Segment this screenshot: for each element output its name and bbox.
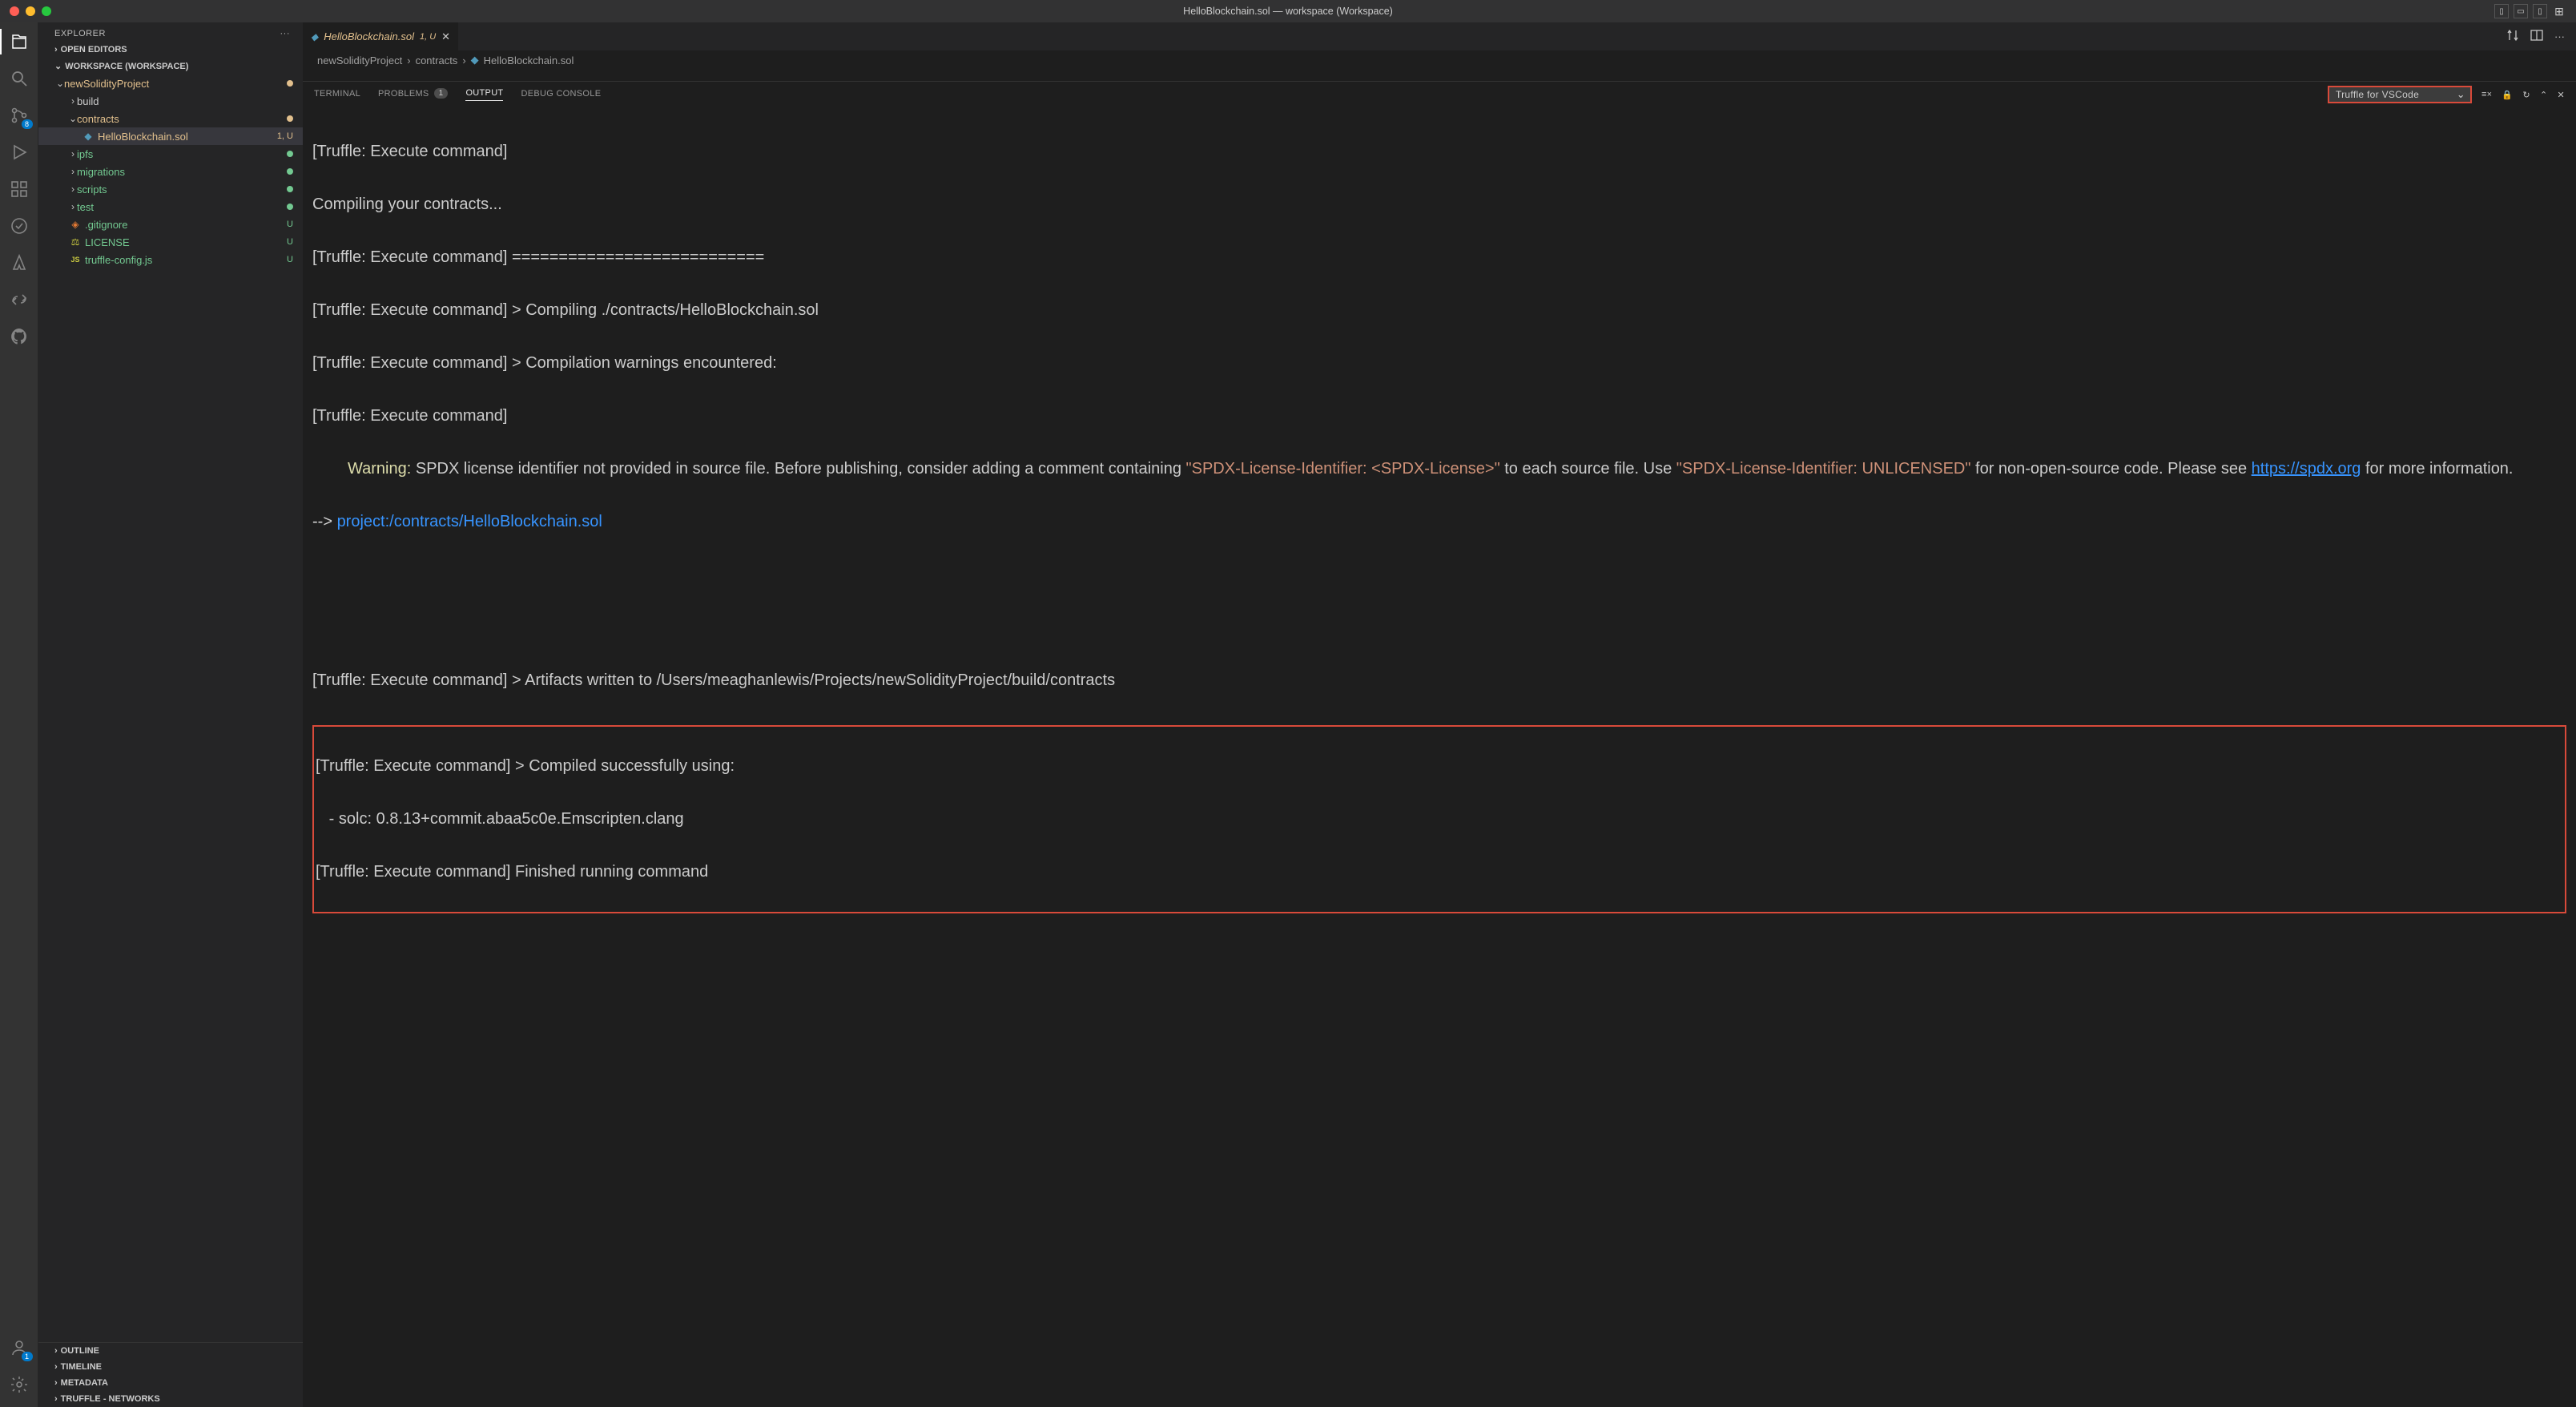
scm-icon[interactable]: 8 [8,104,30,127]
folder-scripts[interactable]: ›scripts [38,180,303,198]
search-icon[interactable] [8,67,30,90]
close-tab-icon[interactable]: ✕ [441,30,450,43]
bottom-panel: TERMINAL PROBLEMS1 OUTPUT DEBUG CONSOLE … [303,81,2576,1407]
outline-section[interactable]: ›OUTLINE [38,1343,303,1359]
lock-icon[interactable]: 🔒 [2502,90,2513,100]
remote-icon[interactable] [8,288,30,311]
explorer-icon[interactable] [8,30,30,53]
tab-helloblockchain[interactable]: ◆ HelloBlockchain.sol 1, U ✕ [303,22,459,50]
more-actions-icon[interactable]: ··· [2554,30,2565,42]
layout-right-icon[interactable]: ▯ [2533,4,2547,18]
chevron-up-icon[interactable]: ⌃ [2540,90,2548,100]
folder-ipfs[interactable]: ›ipfs [38,145,303,163]
folder-test[interactable]: ›test [38,198,303,216]
file-helloblockchain[interactable]: ◆HelloBlockchain.sol1, U [38,127,303,145]
run-debug-icon[interactable] [8,141,30,163]
layout-left-icon[interactable]: ▯ [2494,4,2509,18]
problems-count: 1 [434,88,449,99]
explorer-title: EXPLORER [54,29,106,38]
breadcrumb[interactable]: newSolidityProject› contracts› ◆HelloBlo… [303,50,2576,70]
minimize-window[interactable] [26,6,35,16]
tab-bar: ◆ HelloBlockchain.sol 1, U ✕ ··· [303,22,2576,50]
file-license[interactable]: ⚖LICENSEU [38,233,303,251]
account-icon[interactable]: 1 [8,1336,30,1359]
account-badge: 1 [22,1352,33,1361]
activity-bar: 8 1 [0,22,38,1407]
output-channel-dropdown[interactable]: Truffle for VSCode [2328,86,2472,103]
explorer-sidebar: EXPLORER ··· ›OPEN EDITORS ⌄WORKSPACE (W… [38,22,303,1407]
close-panel-icon[interactable]: ✕ [2557,90,2565,100]
folder-newsolidityproject[interactable]: ⌄newSolidityProject [38,75,303,92]
layout-grid-icon[interactable]: ⊞ [2552,4,2566,18]
folder-contracts[interactable]: ⌄contracts [38,110,303,127]
compare-icon[interactable] [2506,29,2519,44]
timeline-section[interactable]: ›TIMELINE [38,1359,303,1375]
metadata-section[interactable]: ›METADATA [38,1375,303,1391]
split-editor-icon[interactable] [2530,29,2543,44]
tab-terminal[interactable]: TERMINAL [314,89,360,101]
spdx-link[interactable]: https://spdx.org [2252,460,2361,478]
folder-build[interactable]: ›build [38,92,303,110]
success-highlight: [Truffle: Execute command] > Compiled su… [312,725,2566,913]
file-gitignore[interactable]: ◈.gitignoreU [38,216,303,233]
titlebar: HelloBlockchain.sol — workspace (Workspa… [0,0,2576,22]
workspace-section[interactable]: ⌄WORKSPACE (WORKSPACE) [38,58,303,75]
tab-debug-console[interactable]: DEBUG CONSOLE [521,89,601,101]
editor-area: ◆ HelloBlockchain.sol 1, U ✕ ··· newSoli… [303,22,2576,1407]
azure-icon[interactable] [8,252,30,274]
maximize-window[interactable] [42,6,51,16]
window-title: HelloBlockchain.sol — workspace (Workspa… [1183,6,1393,17]
truffle-networks-section[interactable]: ›TRUFFLE - NETWORKS [38,1391,303,1407]
gear-icon[interactable] [8,1373,30,1396]
ethereum-icon: ◆ [311,31,318,42]
github-icon[interactable] [8,325,30,348]
clear-output-icon[interactable]: ↻ [2522,90,2530,100]
open-editors-section[interactable]: ›OPEN EDITORS [38,42,303,58]
tab-output[interactable]: OUTPUT [465,88,503,101]
extensions-icon[interactable] [8,178,30,200]
more-icon[interactable]: ··· [280,29,291,38]
test-icon[interactable] [8,215,30,237]
output-content[interactable]: [Truffle: Execute command] Compiling you… [303,107,2576,1407]
filter-icon[interactable]: ≡× [2481,90,2492,99]
layout-bottom-icon[interactable]: ▭ [2514,4,2528,18]
tab-problems[interactable]: PROBLEMS1 [378,88,448,101]
folder-migrations[interactable]: ›migrations [38,163,303,180]
close-window[interactable] [10,6,19,16]
file-truffle-config[interactable]: JStruffle-config.jsU [38,251,303,268]
scm-badge: 8 [22,119,33,129]
